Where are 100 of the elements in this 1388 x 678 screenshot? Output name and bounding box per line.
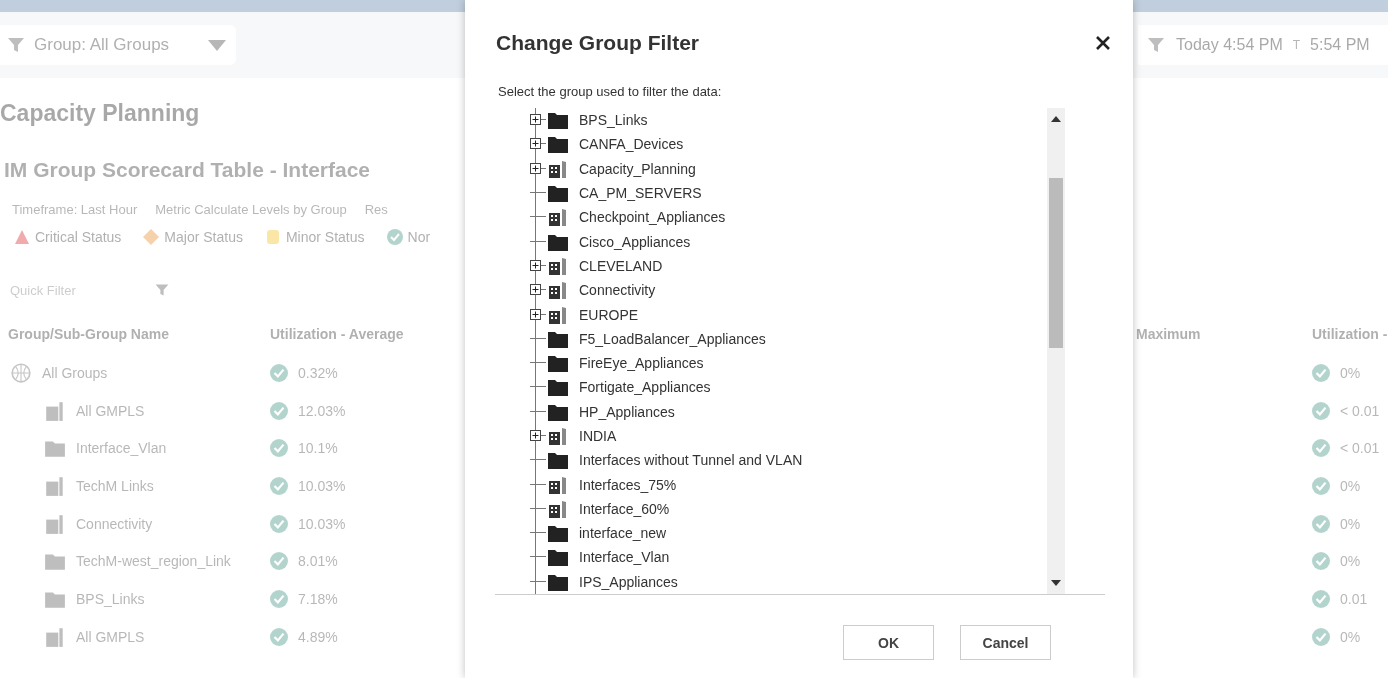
building-icon: [548, 208, 568, 227]
tree-item[interactable]: Cisco_Appliances: [579, 233, 691, 250]
check-status-icon: [270, 439, 288, 458]
utilization-value: 12.03%: [298, 402, 346, 419]
page-title: Capacity Planning: [0, 100, 200, 126]
tree-item[interactable]: FireEye_Appliances: [579, 355, 704, 372]
check-status-icon: [270, 476, 288, 495]
check-status-icon: [270, 552, 288, 571]
dialog-title: Change Group Filter: [496, 31, 699, 55]
scroll-up-icon[interactable]: [1051, 116, 1061, 122]
setting-label: Metric Calculate Levels by Group: [155, 202, 347, 219]
tree-item[interactable]: IPS_Appliances: [579, 573, 678, 590]
folder-icon: [548, 184, 568, 203]
utilization-value: 0.32%: [298, 364, 338, 381]
expand-icon[interactable]: [530, 162, 541, 174]
check-status-icon: [1312, 363, 1330, 382]
setting-label: Timeframe: Last Hour: [12, 202, 138, 219]
warning-triangle-icon: [14, 229, 30, 245]
building-icon: [548, 499, 568, 518]
expand-icon[interactable]: [530, 259, 541, 271]
check-status-icon: [270, 514, 288, 533]
folder-icon: [548, 451, 568, 470]
utilization-value: 4.89%: [298, 628, 338, 645]
tree-item[interactable]: Interfaces without Tunnel and VLAN: [579, 452, 803, 469]
check-status-icon: [1312, 401, 1330, 420]
caret-icon: [208, 39, 226, 51]
tree-item[interactable]: Interface_Vlan: [579, 549, 670, 566]
scrollbar[interactable]: [1047, 108, 1065, 594]
diamond-icon: [143, 229, 160, 245]
filter-icon: [6, 35, 26, 55]
tree-item[interactable]: Fortigate_Appliances: [579, 379, 711, 396]
folder-icon: [548, 111, 568, 130]
utilization-value: < 0.01: [1340, 402, 1380, 419]
check-status-icon: [1312, 476, 1330, 495]
building-icon: [548, 256, 568, 275]
expand-icon[interactable]: [530, 430, 541, 441]
utilization-value: 0%: [1340, 628, 1361, 645]
expand-icon[interactable]: [530, 284, 541, 296]
check-status-icon: [270, 627, 288, 646]
tree-item[interactable]: CANFA_Devices: [579, 136, 684, 153]
tree-item[interactable]: Checkpoint_Appliances: [579, 209, 726, 226]
check-status-icon: [1312, 589, 1330, 608]
tree-item[interactable]: CA_PM_SERVERS: [579, 185, 702, 202]
folder-icon: [548, 402, 568, 421]
utilization-value: 0%: [1340, 477, 1361, 494]
utilization-value: 8.01%: [298, 553, 338, 570]
tree-item[interactable]: EUROPE: [579, 306, 639, 323]
folder-icon: [548, 135, 568, 154]
time-separator: T: [1292, 38, 1301, 52]
tree-item[interactable]: INDIA: [579, 428, 617, 444]
building-icon: [548, 305, 568, 324]
building-icon: [44, 399, 66, 422]
building-icon: [548, 427, 568, 445]
folder-icon: [548, 354, 568, 373]
expand-icon[interactable]: [530, 138, 541, 150]
check-status-icon: [1312, 514, 1330, 533]
expand-icon[interactable]: [530, 114, 541, 126]
legend-label: Major Status: [164, 229, 243, 245]
section-title: IM Group Scorecard Table - Interface: [4, 158, 371, 181]
tree-item[interactable]: HP_Appliances: [579, 403, 675, 420]
tree-item[interactable]: Capacity_Planning: [579, 160, 696, 177]
legend-label: Minor Status: [285, 229, 365, 245]
cancel-button[interactable]: Cancel: [960, 625, 1051, 660]
folder-icon: [548, 524, 568, 543]
expand-icon[interactable]: [530, 308, 541, 320]
check-status-icon: [1312, 552, 1330, 571]
utilization-value: 10.03%: [298, 515, 346, 532]
building-icon: [548, 159, 568, 178]
utilization-value: 7.18%: [298, 590, 338, 607]
folder-icon: [548, 329, 568, 348]
check-status-icon: [270, 589, 288, 608]
dialog-prompt: Select the group used to filter the data:: [498, 84, 723, 101]
utilization-value: 0.01: [1340, 590, 1368, 607]
tree-item[interactable]: Interfaces_75%: [579, 476, 677, 493]
folder-icon: [548, 572, 568, 591]
utilization-value: 0%: [1340, 515, 1361, 532]
ok-button[interactable]: OK: [843, 625, 934, 660]
tree-item[interactable]: Connectivity: [579, 282, 656, 299]
check-status-icon: [1312, 439, 1330, 458]
tree-item[interactable]: CLEVELAND: [579, 257, 663, 274]
close-icon[interactable]: [1095, 35, 1111, 51]
utilization-value: < 0.01: [1340, 440, 1380, 457]
building-icon: [548, 281, 568, 300]
check-status-icon: [270, 363, 288, 382]
check-status-icon: [1312, 627, 1330, 646]
building-icon: [44, 512, 66, 535]
utilization-value: 0%: [1340, 364, 1361, 381]
scroll-down-icon[interactable]: [1051, 580, 1061, 586]
folder-icon: [548, 232, 568, 251]
tree-item[interactable]: BPS_Links: [579, 112, 648, 129]
tree-item[interactable]: F5_LoadBalancer_Appliances: [579, 330, 766, 347]
legend-label: Critical Status: [35, 229, 122, 245]
tree-item[interactable]: Interface_60%: [579, 500, 670, 517]
legend-label: Nor: [407, 229, 431, 245]
utilization-value: 10.03%: [298, 477, 346, 494]
folder-icon: [548, 378, 568, 397]
building-icon: [44, 625, 66, 648]
utilization-value: 0%: [1340, 553, 1361, 570]
tree-item[interactable]: interface_new: [579, 525, 667, 542]
building-icon: [44, 474, 66, 497]
